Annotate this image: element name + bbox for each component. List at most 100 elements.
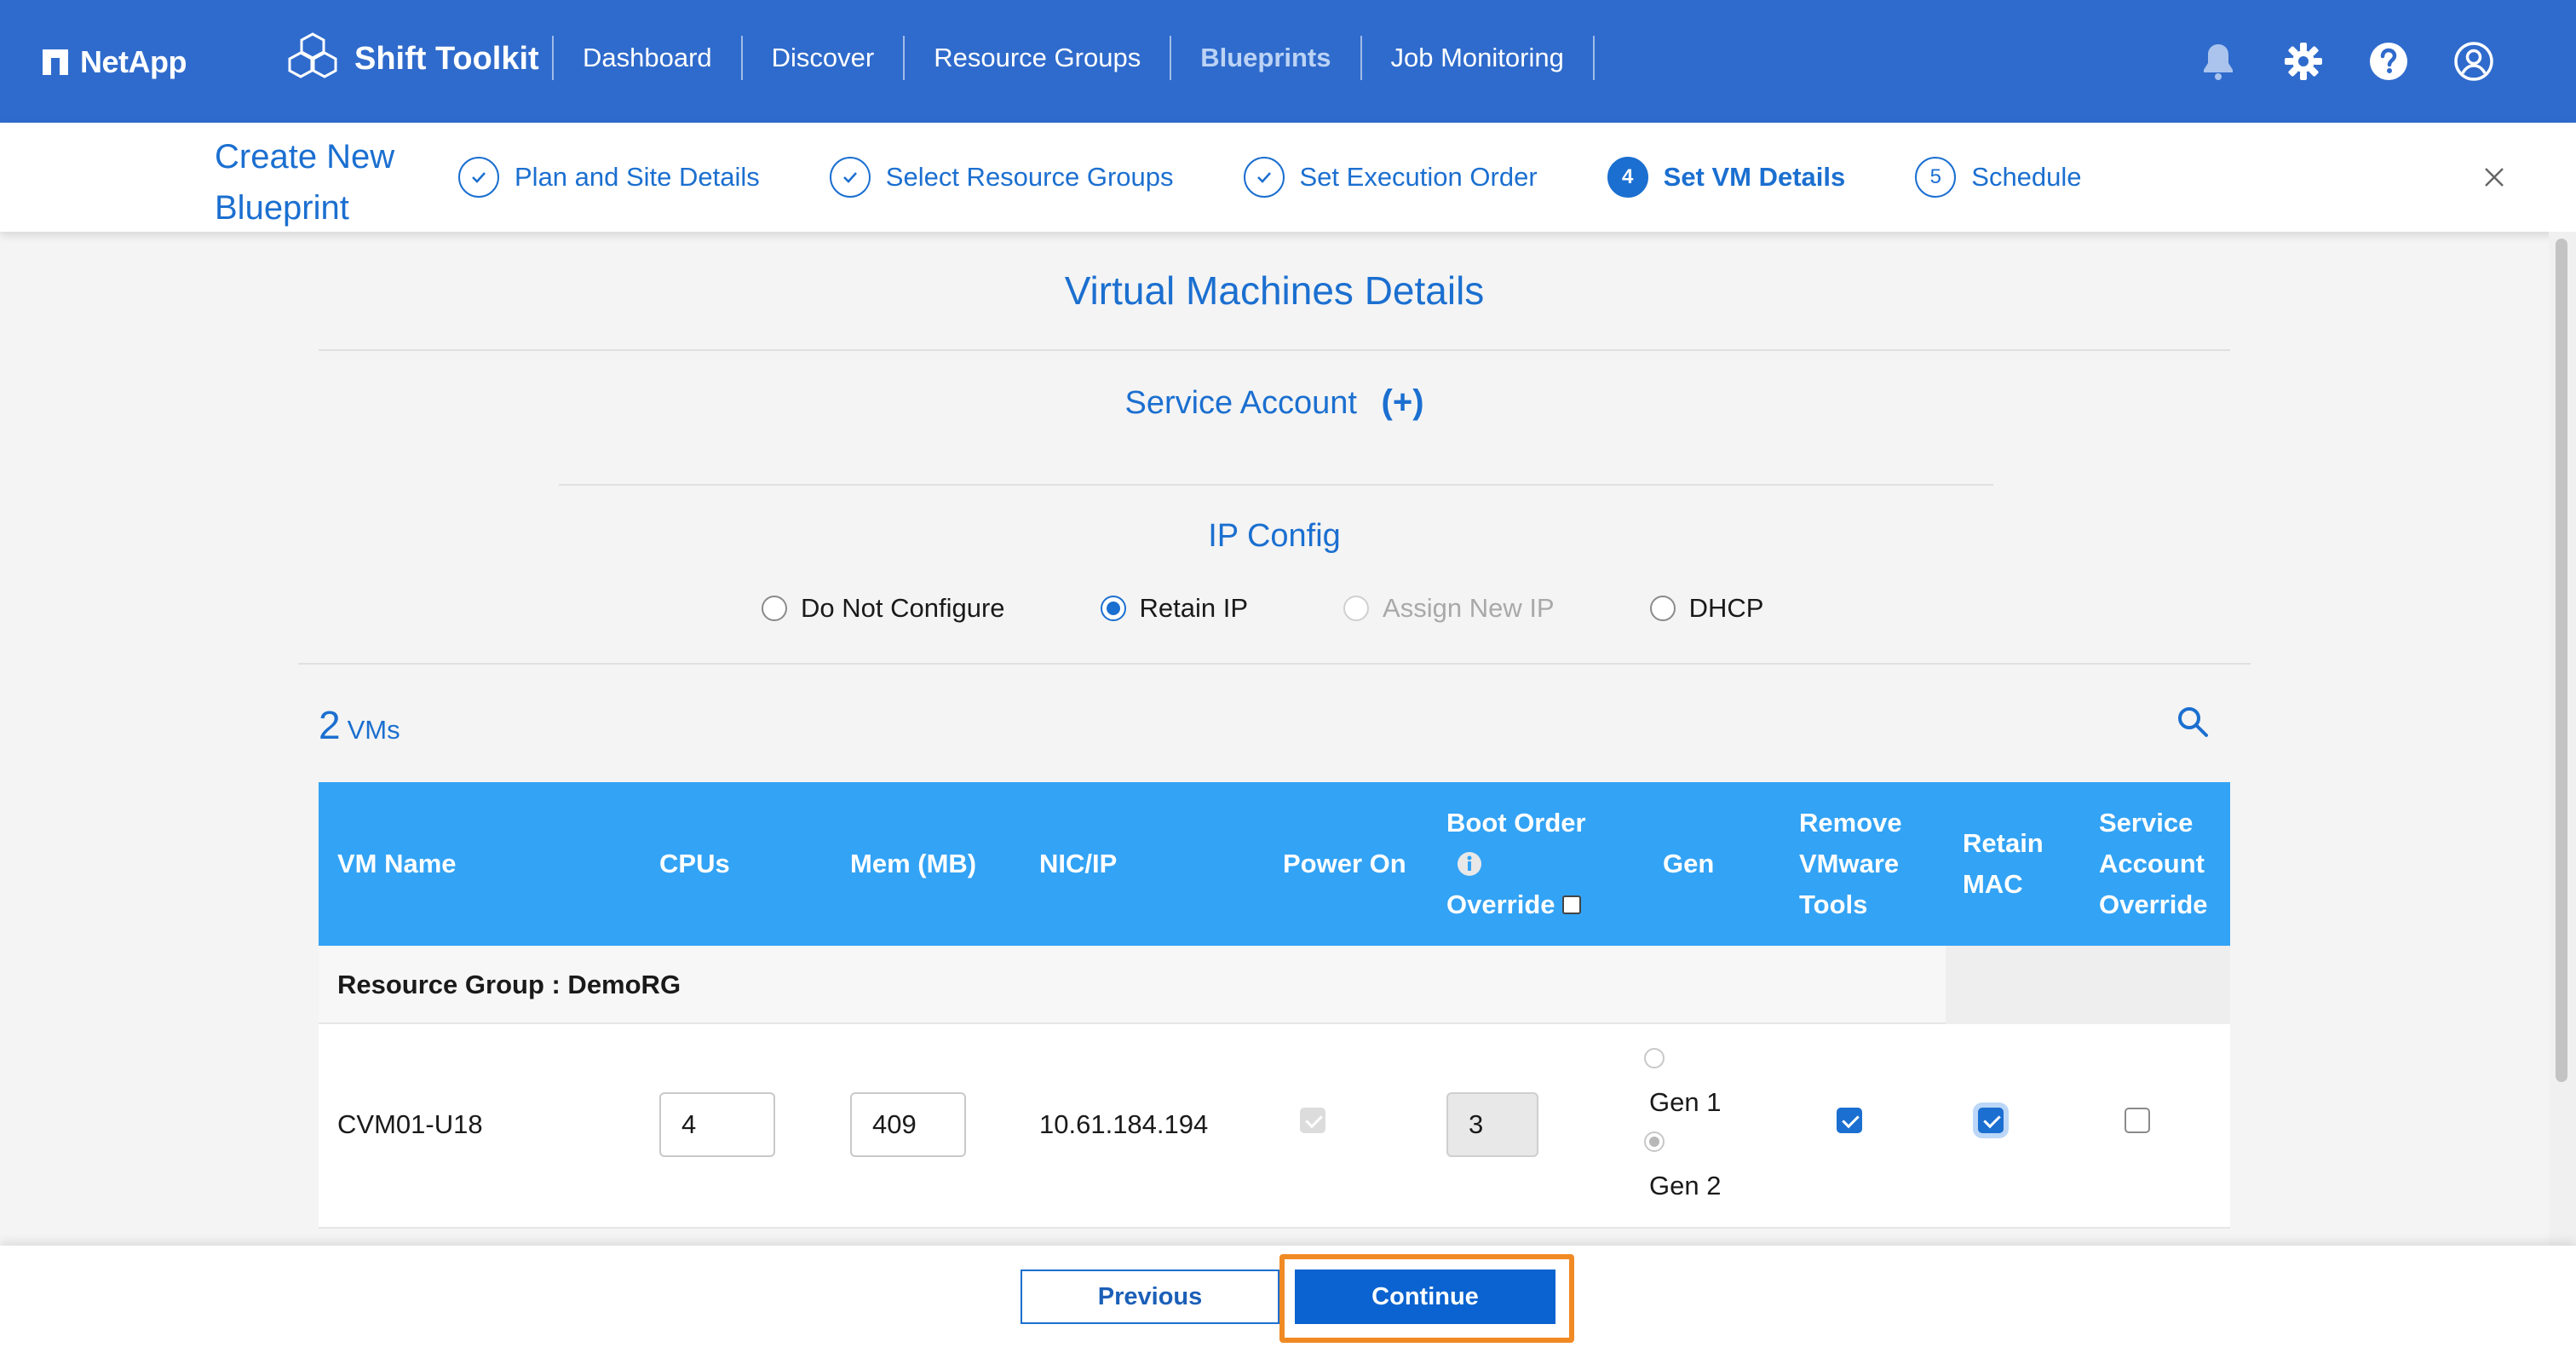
gen-1-label: Gen 1 xyxy=(1649,1087,1722,1117)
wizard-steps: Plan and Site Details Select Resource Gr… xyxy=(458,155,2152,199)
add-service-account-button[interactable]: (+) xyxy=(1382,383,1424,422)
info-icon[interactable] xyxy=(1457,851,1482,877)
header-line: Tools xyxy=(1799,890,1868,919)
vm-count-label: VMs xyxy=(347,715,400,745)
step-label: Schedule xyxy=(1971,162,2082,192)
nav-item-discover[interactable]: Discover xyxy=(743,43,904,73)
vm-details-panel: Virtual Machines Details Service Account… xyxy=(0,232,2549,1246)
top-icons xyxy=(2198,41,2494,82)
section-title: Virtual Machines Details xyxy=(1064,268,1485,313)
user-icon[interactable] xyxy=(2453,41,2494,82)
boot-order-override-checkbox[interactable] xyxy=(1561,895,1581,914)
radio-button[interactable] xyxy=(1100,596,1126,621)
nav-divider xyxy=(1592,36,1595,80)
radio-do-not-configure[interactable]: Do Not Configure xyxy=(762,593,1005,624)
step-plan-and-site-details[interactable]: Plan and Site Details xyxy=(458,157,760,198)
remove-vmware-tools-checkbox[interactable] xyxy=(1837,1108,1862,1133)
close-icon[interactable] xyxy=(2482,165,2506,189)
col-service-account-override: Service Account Override xyxy=(2099,782,2208,946)
nav-item-dashboard[interactable]: Dashboard xyxy=(554,43,741,73)
resource-group-label: Resource Group : DemoRG xyxy=(337,970,681,999)
product-name: Shift Toolkit xyxy=(354,40,539,77)
company-name: NetApp xyxy=(80,44,187,79)
step-number: 5 xyxy=(1915,157,1957,198)
col-vm-name: VM Name xyxy=(337,849,457,878)
col-cpus: CPUs xyxy=(659,849,730,878)
radio-button xyxy=(1343,596,1370,621)
main-nav: Dashboard Discover Resource Groups Bluep… xyxy=(552,32,1595,83)
row-shade xyxy=(1946,946,2230,1024)
help-icon[interactable] xyxy=(2368,41,2409,82)
divider xyxy=(298,663,2251,665)
col-remove-vmware-tools: Remove VMware Tools xyxy=(1799,782,1902,946)
ip-config-title: IP Config xyxy=(1208,518,1341,554)
power-on-checkbox xyxy=(1300,1108,1325,1133)
wizard-header: Create New Blueprint Plan and Site Detai… xyxy=(0,123,2576,232)
search-icon[interactable] xyxy=(2176,705,2210,739)
header-line: Override xyxy=(2099,890,2208,919)
gen-2-radio[interactable] xyxy=(1644,1131,1665,1152)
step-set-vm-details[interactable]: 4 Set VM Details xyxy=(1607,157,1845,198)
vm-count: 2 VMs xyxy=(319,702,400,748)
vertical-scrollbar[interactable] xyxy=(2549,232,2576,1246)
retain-mac-checkbox[interactable] xyxy=(1978,1108,2004,1133)
radio-assign-new-ip: Assign New IP xyxy=(1343,593,1555,624)
top-navigation-bar: NetApp Shift Toolkit Dashboard Discover … xyxy=(0,0,2576,123)
continue-button[interactable]: Continue xyxy=(1295,1270,1555,1324)
step-set-execution-order[interactable]: Set Execution Order xyxy=(1243,157,1538,198)
netapp-logo[interactable]: NetApp xyxy=(43,44,187,80)
step-number: 4 xyxy=(1607,157,1648,198)
vm-name-cell: CVM01-U18 xyxy=(337,1109,483,1139)
service-account-override-checkbox[interactable] xyxy=(2125,1108,2150,1133)
check-icon xyxy=(458,157,499,198)
col-gen: Gen xyxy=(1663,849,1715,878)
header-line: Remove xyxy=(1799,808,1902,838)
col-mem: Mem (MB) xyxy=(850,849,977,878)
boot-order-label: Boot Order xyxy=(1446,808,1586,838)
radio-retain-ip[interactable]: Retain IP xyxy=(1100,593,1249,624)
gen-2-label: Gen 2 xyxy=(1649,1171,1722,1200)
header-line: Account xyxy=(2099,849,2205,878)
check-icon xyxy=(1243,157,1285,198)
radio-button[interactable] xyxy=(762,596,787,621)
cpus-input[interactable]: 4 xyxy=(659,1092,775,1157)
col-boot-order: Boot Order Override xyxy=(1446,782,1586,946)
table-row: CVM01-U18 4 409 10.61.184.194 3 Gen 1 Ge… xyxy=(319,1024,2230,1229)
header-line: VMware xyxy=(1799,849,1900,878)
step-label: Plan and Site Details xyxy=(515,162,760,192)
radio-button[interactable] xyxy=(1649,596,1676,621)
service-account-label: Service Account xyxy=(1124,385,1357,421)
bell-icon[interactable] xyxy=(2198,41,2239,82)
gen-1-radio[interactable] xyxy=(1644,1048,1665,1068)
col-retain-mac: Retain MAC xyxy=(1963,782,2044,946)
gear-icon[interactable] xyxy=(2283,41,2324,82)
shift-toolkit-icon xyxy=(288,32,337,78)
header-line: Retain xyxy=(1963,828,2044,858)
scrollbar-thumb[interactable] xyxy=(2556,239,2567,1082)
table-header: VM Name CPUs Mem (MB) NIC/IP Power On Bo… xyxy=(319,782,2230,946)
col-power-on: Power On xyxy=(1283,849,1406,878)
radio-label: Do Not Configure xyxy=(801,593,1005,623)
nic-ip-cell: 10.61.184.194 xyxy=(1039,1109,1209,1139)
previous-button[interactable]: Previous xyxy=(1021,1270,1279,1324)
header-line: Service xyxy=(2099,808,2194,838)
step-schedule[interactable]: 5 Schedule xyxy=(1915,157,2082,198)
boot-order-input: 3 xyxy=(1446,1092,1538,1157)
nav-item-resource-groups[interactable]: Resource Groups xyxy=(905,43,1170,73)
radio-label: Retain IP xyxy=(1139,593,1249,623)
memory-input[interactable]: 409 xyxy=(850,1092,966,1157)
step-select-resource-groups[interactable]: Select Resource Groups xyxy=(829,157,1174,198)
nav-item-blueprints[interactable]: Blueprints xyxy=(1171,43,1360,73)
divider xyxy=(559,484,1993,486)
radio-label: DHCP xyxy=(1688,593,1764,623)
check-icon xyxy=(829,157,871,198)
nav-item-job-monitoring[interactable]: Job Monitoring xyxy=(1362,43,1593,73)
col-nic-ip: NIC/IP xyxy=(1039,849,1118,878)
vm-table: VM Name CPUs Mem (MB) NIC/IP Power On Bo… xyxy=(319,782,2230,1229)
divider xyxy=(319,349,2230,351)
radio-dhcp[interactable]: DHCP xyxy=(1649,593,1764,624)
step-label: Select Resource Groups xyxy=(885,162,1174,192)
header-line: MAC xyxy=(1963,869,2023,899)
product-brand[interactable]: Shift Toolkit xyxy=(286,31,539,87)
vm-count-number: 2 xyxy=(319,703,341,747)
